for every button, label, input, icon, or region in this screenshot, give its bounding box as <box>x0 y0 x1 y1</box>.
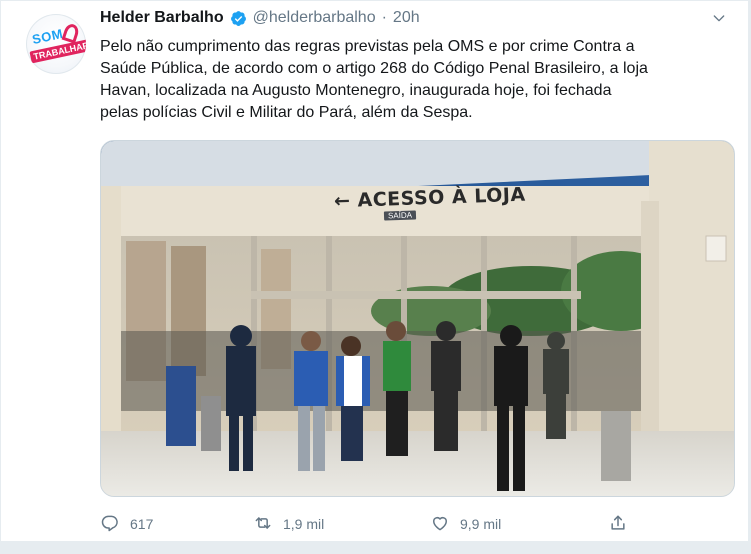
reply-count: 617 <box>130 516 154 532</box>
retweet-icon <box>253 513 273 536</box>
reply-button[interactable]: 617 <box>100 511 153 537</box>
share-button[interactable] <box>608 511 628 537</box>
chevron-down-icon[interactable] <box>710 9 728 27</box>
reply-icon <box>100 513 120 536</box>
tweet-timestamp[interactable]: 20h <box>393 9 420 27</box>
heart-icon <box>430 513 450 536</box>
retweet-button[interactable]: 1,9 mil <box>253 511 324 537</box>
author-handle[interactable]: @helderbarbalho <box>253 9 376 27</box>
share-icon <box>608 513 628 536</box>
retweet-count: 1,9 mil <box>283 516 325 532</box>
tweet-actions: 617 1,9 mil 9,9 mil <box>100 511 640 537</box>
tweet-header: Helder Barbalho @helderbarbalho · 20h <box>100 6 728 30</box>
author-name[interactable]: Helder Barbalho <box>100 9 224 27</box>
avatar[interactable]: SOM TRABALHAR <box>26 14 86 74</box>
tweet-photo[interactable]: ← ACESSO À LOJA SAÍDA <box>100 140 735 497</box>
tweet-card[interactable]: SOM TRABALHAR Helder Barbalho @helderbar… <box>0 0 749 542</box>
like-button[interactable]: 9,9 mil <box>430 511 501 537</box>
verified-badge-icon <box>230 10 247 27</box>
sign-subtext: SAÍDA <box>383 210 417 221</box>
separator-dot: · <box>381 9 387 26</box>
like-count: 9,9 mil <box>460 516 502 532</box>
avatar-logo-text: SOM <box>30 25 65 48</box>
tweet-text: Pelo não cumprimento das regras prevista… <box>100 38 648 121</box>
